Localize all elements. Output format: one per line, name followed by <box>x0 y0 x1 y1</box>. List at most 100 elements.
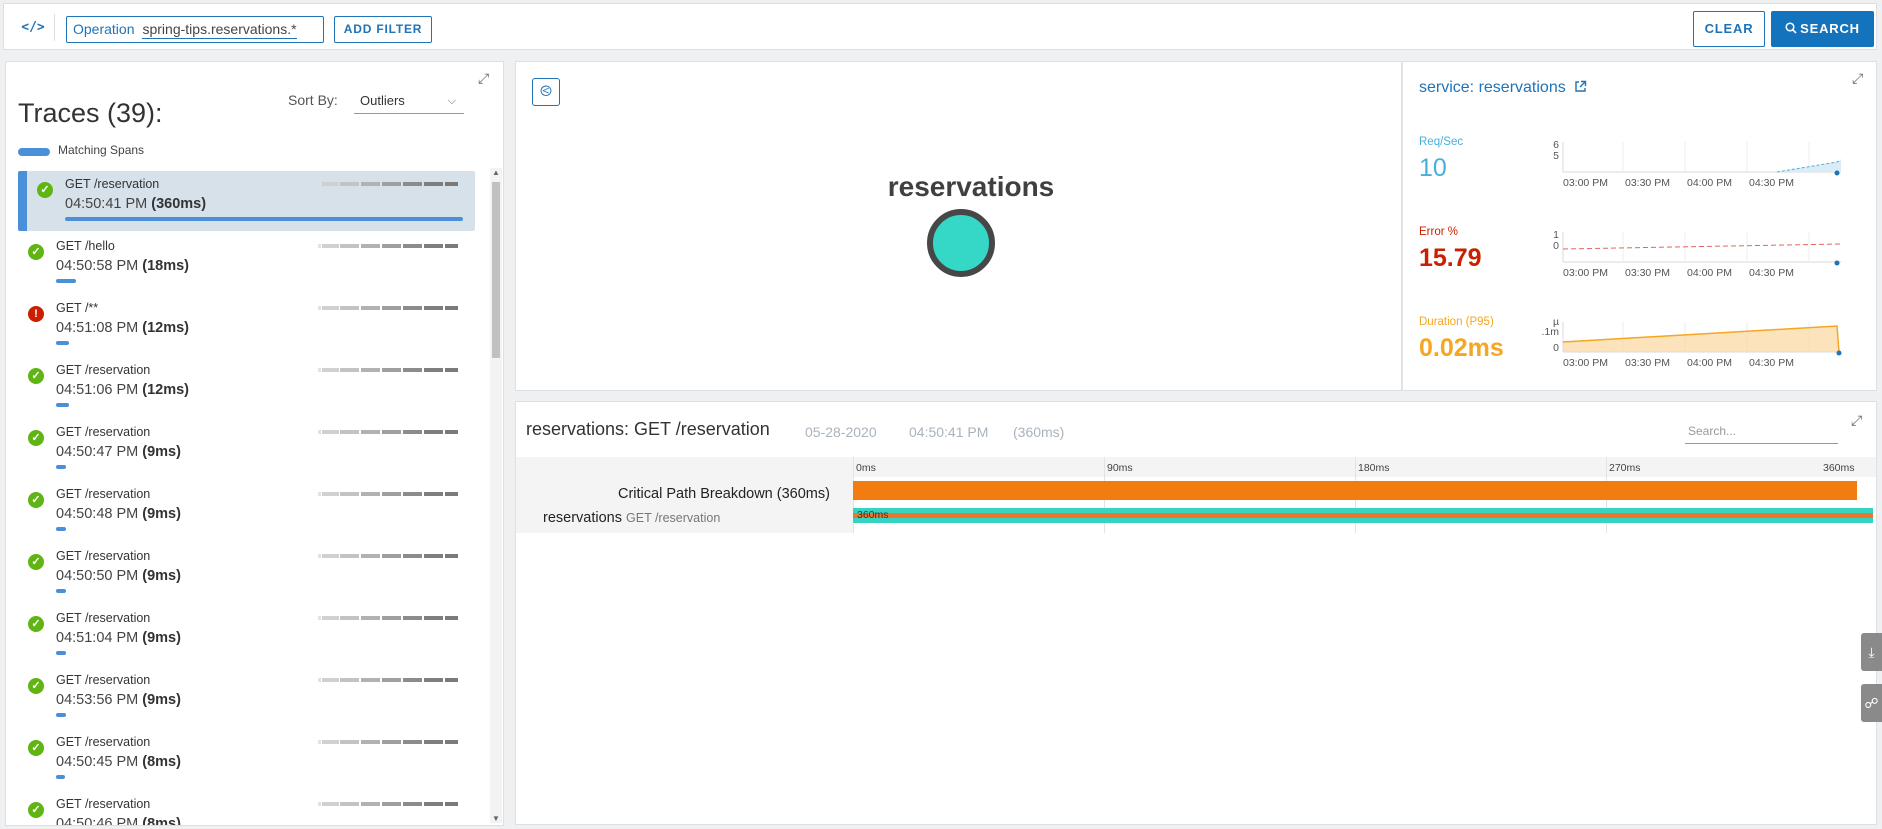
search-button[interactable]: SEARCH <box>1771 11 1874 47</box>
histogram-segment <box>424 678 443 682</box>
trace-row[interactable]: ✓ GET /hello 04:50:58 PM (18ms) <box>6 231 490 293</box>
trace-row[interactable]: ✓ GET /reservation 04:50:45 PM (8ms) <box>6 727 490 789</box>
trace-duration: (18ms) <box>142 258 190 274</box>
success-check-icon: ✓ <box>28 678 44 694</box>
error-icon: ! <box>28 306 44 322</box>
expand-icon[interactable]: ⤢ <box>478 70 489 87</box>
histogram-segment <box>403 554 422 558</box>
histogram-segment <box>382 306 401 310</box>
histogram-segment <box>445 802 458 806</box>
trace-row[interactable]: ✓ GET /reservation 04:50:46 PM (8ms) <box>6 789 490 826</box>
trace-row[interactable]: ✓ GET /reservation 04:53:56 PM (9ms) <box>6 665 490 727</box>
success-check-icon: ✓ <box>28 492 44 508</box>
trace-time-value: 04:51:08 PM <box>56 320 139 336</box>
histogram-segment <box>403 182 422 186</box>
histogram-segment <box>361 802 380 806</box>
sort-by-select[interactable]: Outliers ⌵ <box>354 88 464 114</box>
code-view-icon[interactable]: </> <box>18 17 48 39</box>
scroll-up-arrow[interactable]: ▲ <box>491 168 501 177</box>
download-icon[interactable]: ⤓ <box>1861 633 1882 671</box>
service-node-label: reservations <box>887 171 1055 202</box>
trace-duration-bar <box>56 651 66 655</box>
add-filter-button[interactable]: ADD FILTER <box>334 16 432 43</box>
histogram-segment <box>318 182 321 186</box>
histogram-segment <box>403 492 422 496</box>
histogram-segment <box>424 492 443 496</box>
trace-row[interactable]: ✓ GET /reservation 04:50:41 PM (360ms) <box>6 169 490 231</box>
trace-operation: GET /reservation <box>56 363 151 377</box>
expand-icon[interactable]: ⤢ <box>1851 412 1862 429</box>
trace-row[interactable]: ✓ GET /reservation 04:50:47 PM (9ms) <box>6 417 490 479</box>
span-row-label[interactable]: reservations GET /reservation <box>543 510 720 526</box>
histogram-segment <box>318 678 321 682</box>
histogram-segment <box>382 678 401 682</box>
histogram-segment <box>361 554 380 558</box>
service-link[interactable]: service: reservations <box>1419 79 1587 97</box>
req-sec-sparkline[interactable]: 6503:00 PM 03:30 PM 04:00 PM 04:30 PM <box>1541 138 1853 196</box>
trace-row[interactable]: ! GET /** 04:51:08 PM (12ms) <box>6 293 490 355</box>
histogram-segment <box>340 182 359 186</box>
chevron-down-icon: ⌵ <box>447 95 456 107</box>
histogram-segment <box>361 244 380 248</box>
histogram-segment <box>340 740 359 744</box>
scroll-down-arrow[interactable]: ▼ <box>491 814 501 823</box>
scroll-thumb[interactable] <box>492 182 500 358</box>
success-check-icon: ✓ <box>28 740 44 756</box>
y-tick-label: .1m <box>1541 326 1559 338</box>
error-point <box>1834 260 1840 266</box>
histogram-segment <box>445 678 458 682</box>
histogram-segment <box>424 430 443 434</box>
operation-filter-chip[interactable]: Operation spring-tips.reservations.* <box>66 16 324 43</box>
req-sec-point <box>1834 170 1840 176</box>
trace-time-value: 04:50:45 PM <box>56 754 139 770</box>
expand-icon[interactable]: ⤢ <box>1852 70 1863 87</box>
x-tick-label: 03:00 PM <box>1563 177 1608 189</box>
histogram-segment <box>318 554 321 558</box>
trace-row[interactable]: ✓ GET /reservation 04:50:50 PM (9ms) <box>6 541 490 603</box>
service-stats-panel: service: reservations ⤢ Req/Sec 10 6 5 03:… <box>1402 61 1877 391</box>
trace-row[interactable]: ✓ GET /reservation 04:51:06 PM (12ms) <box>6 355 490 417</box>
histogram-segment <box>445 616 458 620</box>
link-icon[interactable]: ☍ <box>1861 684 1882 722</box>
trace-row[interactable]: ✓ GET /reservation 04:51:04 PM (9ms) <box>6 603 490 665</box>
histogram-segment <box>318 430 321 434</box>
trace-timestamp: 04:50:47 PM (9ms) <box>56 444 181 460</box>
histogram-segment <box>340 306 359 310</box>
trace-row[interactable]: ✓ GET /reservation 04:50:48 PM (9ms) <box>6 479 490 541</box>
clear-button[interactable]: CLEAR <box>1693 11 1765 47</box>
sort-by-label: Sort By: <box>288 92 338 108</box>
histogram-segment <box>340 554 359 558</box>
histogram-segment <box>318 740 321 744</box>
trace-list: ✓ GET /reservation 04:50:41 PM (360ms) ✓ GET… <box>6 169 490 826</box>
filter-key: Operation <box>73 21 135 37</box>
traces-scrollbar[interactable]: ▲ ▼ <box>490 168 502 823</box>
sort-by-value: Outliers <box>360 93 405 108</box>
trace-duration: (8ms) <box>142 816 181 826</box>
histogram-segment <box>424 616 443 620</box>
trace-duration-bar <box>56 403 69 407</box>
service-map-icon[interactable]: ⧀ <box>532 78 560 106</box>
histogram-segment <box>340 492 359 496</box>
external-link-icon[interactable] <box>1574 80 1587 93</box>
service-node[interactable] <box>927 209 995 277</box>
critical-path-bar[interactable] <box>853 481 1857 500</box>
histogram-segment <box>403 368 422 372</box>
span-search-input[interactable]: Search... <box>1685 418 1838 444</box>
trace-timestamp: 04:51:04 PM (9ms) <box>56 630 181 646</box>
error-percent-sparkline[interactable]: 1003:00 PM 03:30 PM 04:00 PM 04:30 PM <box>1541 228 1853 286</box>
success-check-icon: ✓ <box>28 368 44 384</box>
trace-time: 04:50:41 PM <box>909 424 989 440</box>
histogram-segment <box>318 306 321 310</box>
trace-time-value: 04:50:46 PM <box>56 816 139 826</box>
histogram-segment <box>322 802 339 806</box>
duration-p95-sparkline[interactable]: µ.1m003:00 PM 03:30 PM 04:00 PM 04:30 PM <box>1541 318 1853 376</box>
x-tick-label: 03:30 PM <box>1625 357 1670 369</box>
trace-duration: (9ms) <box>142 444 181 460</box>
duration-p95-value: 0.02ms <box>1419 334 1504 362</box>
x-tick-label: 03:00 PM <box>1563 357 1608 369</box>
trace-histogram-sparkline <box>318 678 458 682</box>
histogram-segment <box>322 430 339 434</box>
filter-value[interactable]: spring-tips.reservations.* <box>142 21 297 39</box>
histogram-segment <box>322 492 339 496</box>
trace-time-value: 04:50:48 PM <box>56 506 139 522</box>
